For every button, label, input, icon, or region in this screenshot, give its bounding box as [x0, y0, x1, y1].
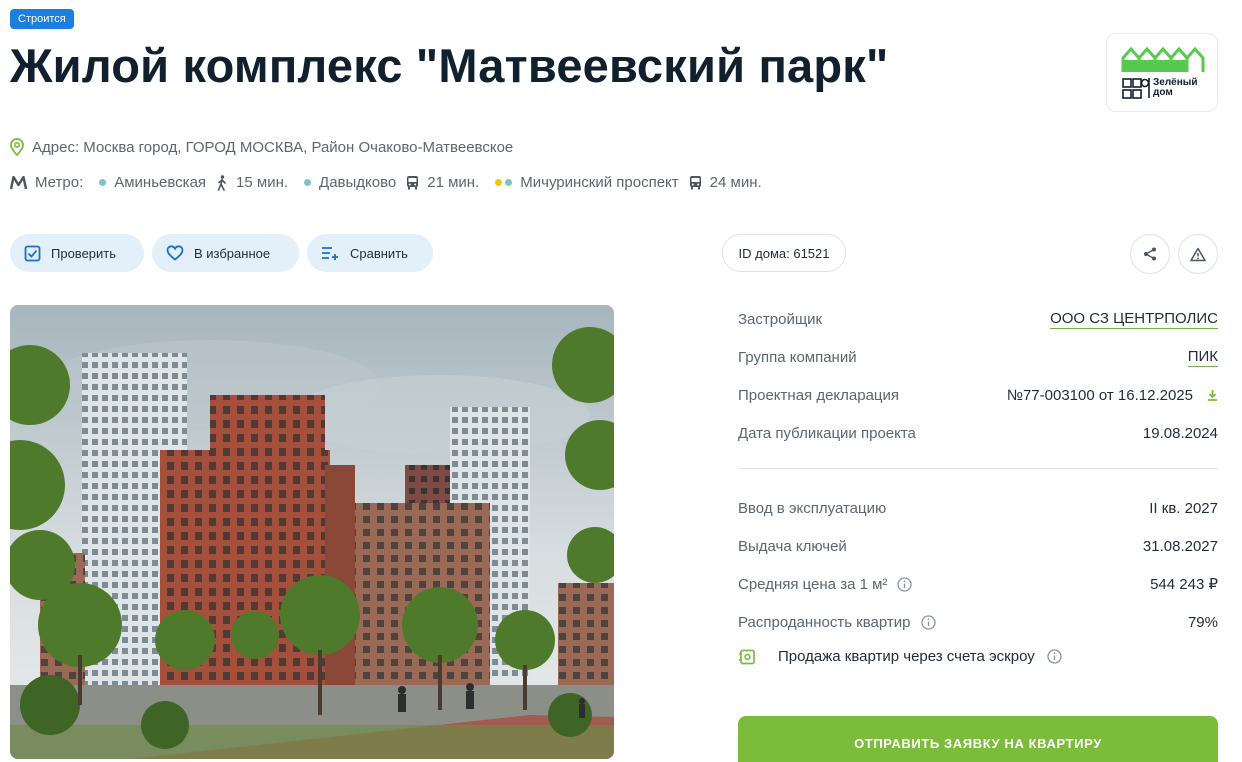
metro-travel-time: 15 мин. [236, 174, 289, 191]
escrow-label: Продажа квартир через счета эскроу [778, 648, 1035, 665]
address-label: Адрес: [32, 138, 80, 156]
price-row: Средняя цена за 1 м² 544 243 ₽ [738, 572, 1218, 596]
metro-label: Метро: [35, 174, 84, 191]
developer-logo[interactable]: Зелёный дом [1106, 33, 1218, 112]
favorite-button[interactable]: В избранное [152, 234, 299, 272]
metro-row: Метро: Аминьевская 15 мин. Давыдково 21 … [10, 174, 762, 191]
commission-value: II кв. 2027 [1149, 499, 1218, 517]
commission-label: Ввод в эксплуатацию [738, 499, 887, 517]
house-id-chip: ID дома: 61521 [722, 234, 846, 272]
metro-line-dot [99, 179, 107, 186]
checkbox-check-icon [24, 245, 41, 262]
group-label: Группа компаний [738, 348, 857, 366]
metro-travel-time: 24 мин. [709, 174, 762, 191]
declaration-link[interactable]: №77-003100 от 16.12.2025 [1007, 387, 1218, 404]
metro-line-dot [304, 179, 312, 186]
share-button[interactable] [1130, 234, 1170, 274]
compare-button-label: Сравнить [350, 245, 408, 261]
group-row: Группа компаний ПИК [738, 345, 1218, 369]
developer-link[interactable]: ООО СЗ ЦЕНТРПОЛИС [1050, 310, 1218, 329]
favorite-button-label: В избранное [194, 245, 271, 261]
metro-line-dot [495, 179, 503, 186]
keys-label: Выдача ключей [738, 537, 847, 555]
escrow-row: Продажа квартир через счета эскроу [738, 648, 1062, 665]
metro-line-dot [505, 179, 513, 186]
declaration-row: Проектная декларация №77-003100 от 16.12… [738, 383, 1218, 407]
declaration-value: №77-003100 от 16.12.2025 [1006, 386, 1193, 404]
metro-station-name[interactable]: Давыдково [319, 174, 396, 191]
bus-icon [689, 175, 702, 190]
submit-apartment-request-button[interactable]: ОТПРАВИТЬ ЗАЯВКУ НА КВАРТИРУ [738, 716, 1218, 762]
page-title: Жилой комплекс "Матвеевский парк" [10, 39, 889, 92]
info-icon[interactable] [920, 614, 936, 630]
keys-value: 31.08.2027 [1142, 537, 1218, 555]
address-row: Адрес: Москва город, ГОРОД МОСКВА, Район… [10, 138, 513, 156]
check-button[interactable]: Проверить [10, 234, 144, 272]
keys-row: Выдача ключей 31.08.2027 [738, 534, 1218, 558]
safe-icon [738, 649, 756, 665]
heart-icon [166, 245, 184, 261]
published-label: Дата публикации проекта [738, 424, 916, 442]
report-button[interactable] [1178, 234, 1218, 274]
sold-value: 79% [1187, 613, 1218, 631]
developer-label: Застройщик [738, 310, 823, 328]
status-badge: Строится [10, 9, 74, 29]
metro-station-name[interactable]: Аминьевская [114, 174, 206, 191]
price-label: Средняя цена за 1 м² [738, 575, 888, 593]
declaration-label: Проектная декларация [738, 386, 900, 404]
walk-icon [216, 174, 228, 191]
compare-button[interactable]: Сравнить [307, 234, 433, 272]
logo-text: Зелёный дом [1153, 77, 1198, 98]
info-icon[interactable] [1047, 649, 1062, 664]
published-value: 19.08.2024 [1142, 424, 1218, 442]
published-row: Дата публикации проекта 19.08.2024 [738, 421, 1218, 445]
download-icon[interactable] [1207, 389, 1218, 401]
group-link[interactable]: ПИК [1187, 348, 1218, 367]
warning-icon [1190, 247, 1206, 261]
info-divider [738, 468, 1218, 469]
bus-icon [406, 175, 419, 190]
info-icon[interactable] [897, 576, 913, 592]
check-button-label: Проверить [51, 245, 117, 261]
developer-row: Застройщик ООО СЗ ЦЕНТРПОЛИС [738, 307, 1218, 331]
metro-travel-time: 21 мин. [427, 174, 480, 191]
share-icon [1144, 247, 1156, 261]
metro-icon [10, 175, 27, 190]
compare-list-icon [321, 245, 340, 261]
address-value: Москва город, ГОРОД МОСКВА, Район Очаков… [83, 138, 514, 156]
sold-label: Распроданность квартир [738, 613, 911, 631]
green-house-logo-icon [1121, 46, 1205, 99]
metro-station-name[interactable]: Мичуринский проспект [520, 174, 678, 191]
location-pin-icon [10, 138, 24, 156]
sold-row: Распроданность квартир 79% [738, 610, 1218, 634]
price-value: 544 243 ₽ [1150, 576, 1218, 593]
complex-render-image[interactable] [10, 305, 614, 759]
commission-row: Ввод в эксплуатацию II кв. 2027 [738, 496, 1218, 520]
building-render-illustration [10, 305, 614, 759]
